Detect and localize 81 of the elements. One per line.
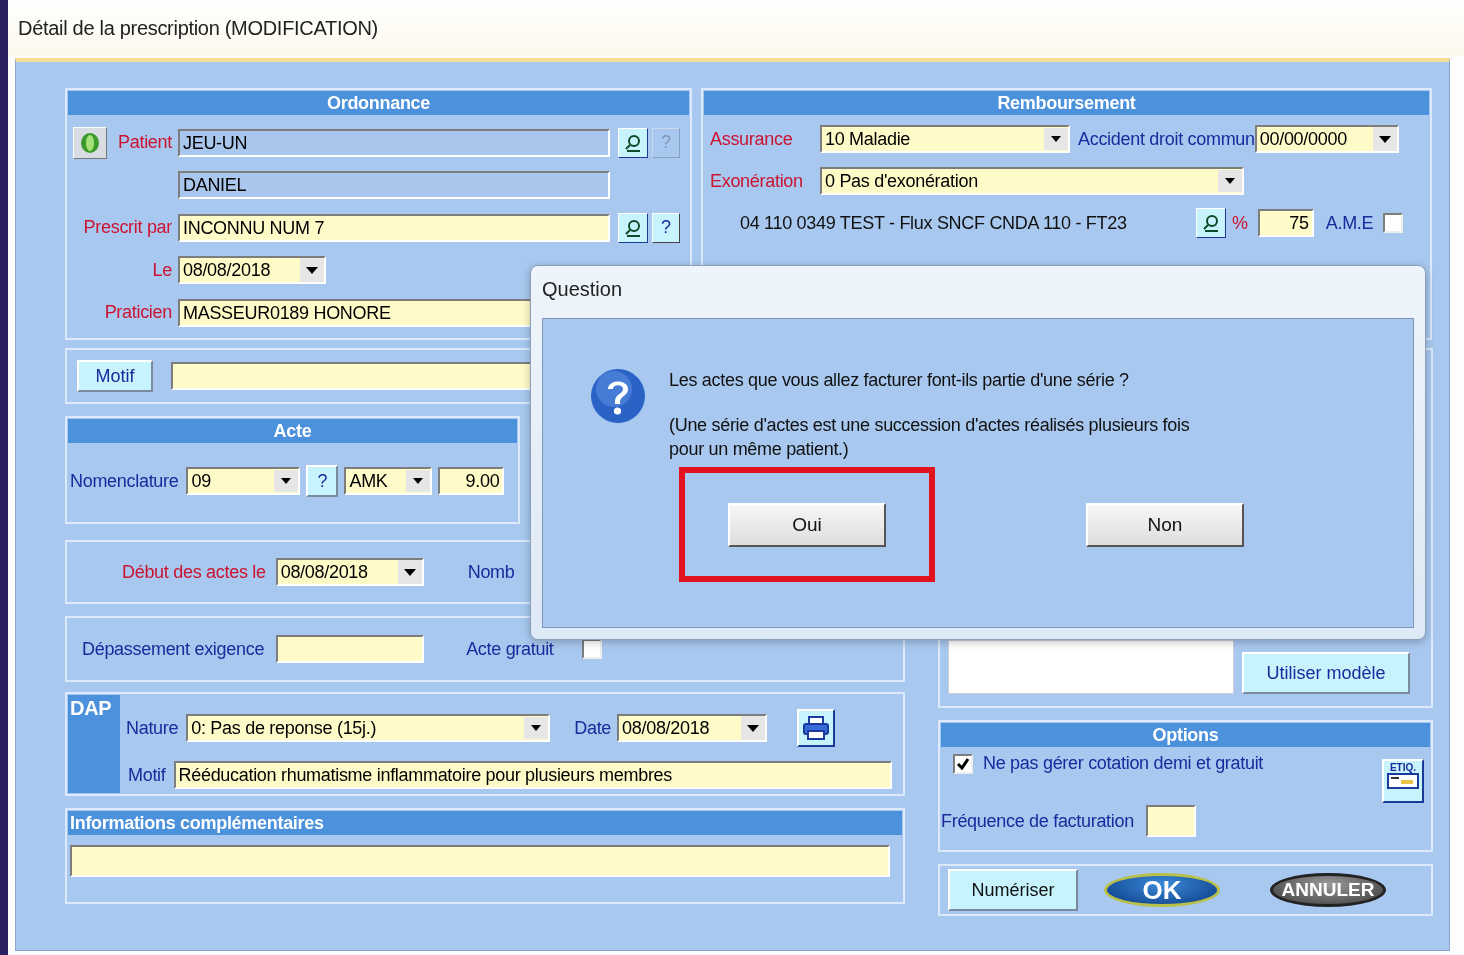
date-label: Le xyxy=(152,259,172,281)
caret-icon xyxy=(406,470,431,492)
action-button[interactable]: Numériser xyxy=(948,869,1078,911)
dialog-note: (Une série d'actes est une succession d'actes réalisés plusieurs fois pour un même patient.) xyxy=(669,414,1190,461)
use-model-button[interactable]: Utiliser modèle xyxy=(1242,652,1410,694)
start-date-field[interactable]: 08/08/2018 xyxy=(275,558,424,586)
caret-icon xyxy=(741,716,766,740)
action-button[interactable]: OK xyxy=(1104,873,1220,907)
exoneration-dropdown[interactable]: 0 Pas d'exonération xyxy=(820,167,1244,195)
excess-label: Dépassement exigence xyxy=(82,638,265,660)
dap-date-field[interactable]: 08/08/2018 xyxy=(617,714,768,742)
search-icon xyxy=(1201,213,1221,233)
ame-checkbox[interactable] xyxy=(1383,213,1404,233)
nature-dropdown[interactable]: 0: Pas de reponse (15j.) xyxy=(186,714,551,742)
caret-icon xyxy=(524,717,549,739)
prescriber-field[interactable]: INCONNU NUM 7 xyxy=(178,213,610,242)
dap-header: DAP xyxy=(68,695,120,793)
caret-icon xyxy=(1044,128,1068,150)
dap-motif-field[interactable]: Rééducation rhumatisme inflammatoire pour plusieurs membres xyxy=(173,761,892,789)
search-icon xyxy=(623,132,643,153)
print-button[interactable] xyxy=(797,709,836,747)
question-icon xyxy=(589,367,647,425)
nomenclature-dropdown[interactable]: 09 xyxy=(186,467,301,495)
search-button[interactable] xyxy=(1196,208,1226,238)
group-header: Ordonnance xyxy=(68,91,689,115)
orb-icon xyxy=(79,131,101,154)
help-button[interactable]: ? xyxy=(306,465,339,497)
free-act-label: Acte gratuit xyxy=(466,638,554,660)
search-icon xyxy=(623,217,643,238)
printer-icon xyxy=(802,715,831,741)
caret-icon xyxy=(274,470,299,492)
option-checkbox[interactable] xyxy=(953,753,973,774)
search-button[interactable] xyxy=(618,212,648,243)
nature-label: Nature xyxy=(126,717,179,739)
patient-first-name-field[interactable]: DANIEL xyxy=(178,171,610,199)
group-header: Remboursement xyxy=(704,91,1429,115)
nomenclature-label: Nomenclature xyxy=(70,470,179,492)
patient-label: Patient xyxy=(118,132,172,153)
patient-button[interactable] xyxy=(73,126,107,159)
label-card-icon xyxy=(1387,773,1419,789)
motif-button[interactable]: Motif xyxy=(77,360,153,392)
insurance-dropdown[interactable]: 10 Maladie xyxy=(820,125,1070,153)
help-button[interactable]: ? xyxy=(652,212,680,243)
dap-date-label: Date xyxy=(574,717,612,739)
caret-icon xyxy=(300,258,324,282)
window-title: Détail de la prescription (MODIFICATION) xyxy=(18,17,378,39)
option-label: Ne pas gérer cotation demi et gratuit xyxy=(983,753,1264,774)
dialog-button[interactable]: Oui xyxy=(728,502,886,547)
caret-icon xyxy=(1372,127,1397,151)
accident-date-field[interactable]: 00/00/0000 xyxy=(1254,125,1399,153)
accident-label: Accident droit commun xyxy=(1078,128,1255,150)
caret-icon xyxy=(397,560,422,584)
patient-name-field[interactable]: JEU-UN xyxy=(178,128,610,157)
frequency-label: Fréquence de facturation xyxy=(941,810,1134,832)
caret-icon xyxy=(1218,170,1242,192)
date-field[interactable]: 08/08/2018 xyxy=(178,256,326,284)
group-header: Acte xyxy=(68,419,517,443)
insurance-label: Assurance xyxy=(710,128,794,150)
letter-dropdown[interactable]: AMK xyxy=(344,467,433,495)
dialog-message: Les actes que vous allez facturer font-ils partie d'une série ? xyxy=(669,370,1130,391)
search-button[interactable] xyxy=(618,127,648,158)
organism-name: 04 110 0349 TEST - Flux SNCF CNDA 110 - FT23 xyxy=(740,212,1128,234)
info-field[interactable] xyxy=(70,845,890,877)
percent-sign: % xyxy=(1232,212,1248,234)
group-header: Informations complémentaires xyxy=(68,811,902,835)
frequency-field[interactable] xyxy=(1145,805,1196,837)
label-print-button[interactable]: ETIQ. xyxy=(1382,759,1424,803)
action-button[interactable]: ANNULER xyxy=(1270,873,1386,907)
rate-field[interactable]: 75 xyxy=(1257,209,1314,237)
excess-field[interactable] xyxy=(276,635,425,663)
dialog-button[interactable]: Non xyxy=(1086,502,1244,547)
coefficient-field[interactable]: 9.00 xyxy=(438,467,505,495)
prescriber-label: Prescrit par xyxy=(83,217,172,238)
ame-label: A.M.E xyxy=(1325,212,1374,234)
count-label: Nomb xyxy=(467,561,515,583)
dap-motif-label: Motif xyxy=(128,764,166,786)
start-date-label: Début des actes le xyxy=(122,561,266,583)
free-act-checkbox[interactable] xyxy=(581,639,602,659)
group-header: Options xyxy=(941,723,1430,747)
practitioner-label: Praticien xyxy=(104,302,172,323)
exoneration-label: Exonération xyxy=(710,170,804,192)
